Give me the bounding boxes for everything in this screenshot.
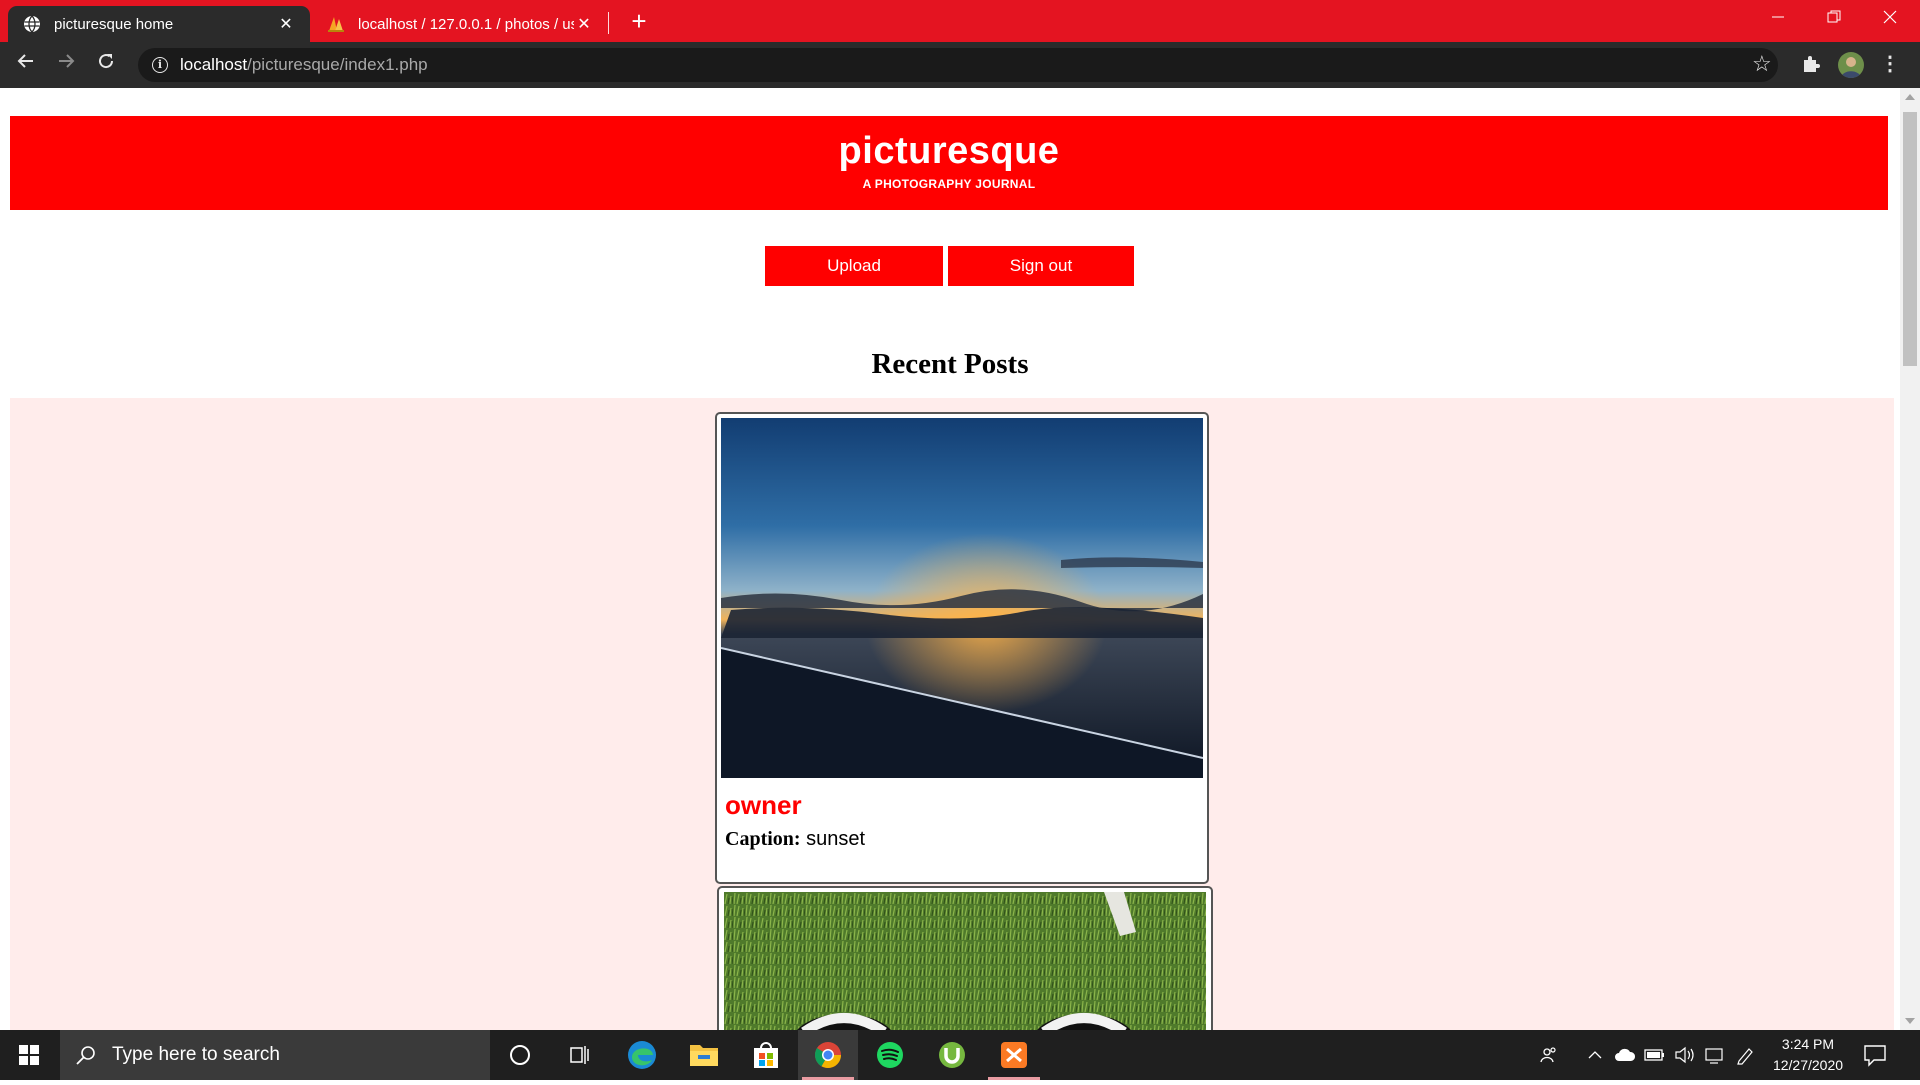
scrollbar-thumb[interactable]	[1903, 112, 1917, 366]
url-path: /picturesque/index1.php	[247, 55, 428, 74]
tab-title: localhost / 127.0.0.1 / photos / users	[358, 15, 574, 33]
close-window-icon[interactable]	[1862, 0, 1918, 38]
site-header: picturesque A PHOTOGRAPHY JOURNAL	[10, 116, 1888, 210]
scroll-up-icon[interactable]	[1905, 94, 1915, 100]
phpmyadmin-sail-icon	[328, 17, 344, 32]
site-info-icon[interactable]: i	[152, 57, 168, 73]
scroll-down-icon[interactable]	[1905, 1018, 1915, 1024]
start-windows-icon[interactable]	[0, 1030, 58, 1080]
chrome-icon[interactable]	[798, 1030, 858, 1080]
network-icon[interactable]	[1702, 1030, 1728, 1080]
post-image-sunset[interactable]	[721, 418, 1203, 778]
battery-icon[interactable]	[1642, 1030, 1668, 1080]
store-icon[interactable]	[736, 1030, 796, 1080]
caption-text: sunset	[806, 828, 866, 850]
xampp-icon[interactable]	[984, 1030, 1044, 1080]
upload-button[interactable]: Upload	[765, 246, 943, 286]
post-card	[717, 886, 1213, 1030]
utorrent-icon[interactable]	[922, 1030, 982, 1080]
taskbar-search-box[interactable]: Type here to search	[60, 1030, 490, 1080]
onedrive-cloud-icon[interactable]	[1612, 1030, 1638, 1080]
bookmark-star-icon[interactable]: ☆	[1752, 51, 1772, 77]
tab-picturesque-home[interactable]: picturesque home ✕	[8, 6, 310, 42]
clock-time: 3:24 PM	[1781, 1036, 1835, 1052]
people-icon[interactable]	[1536, 1030, 1562, 1080]
pen-workspace-icon[interactable]	[1732, 1030, 1758, 1080]
search-placeholder: Type here to search	[112, 1044, 280, 1065]
address-bar[interactable]: i localhost/picturesque/index1.php	[138, 48, 1778, 82]
minimize-icon[interactable]	[1750, 0, 1806, 38]
close-tab-icon[interactable]: ✕	[574, 14, 594, 34]
search-icon	[76, 1046, 95, 1065]
sunset-photo	[721, 418, 1203, 778]
notification-center-icon[interactable]	[1862, 1042, 1888, 1068]
post-card: owner Caption: sunset	[715, 412, 1209, 884]
windows-taskbar: Type here to search 3:24 PM 12/27/2020	[0, 1030, 1920, 1080]
caption-label: Caption:	[725, 828, 801, 850]
recent-posts-heading: Recent Posts	[871, 348, 1029, 380]
back-arrow-icon[interactable]	[10, 49, 42, 81]
tab-phpmyadmin[interactable]: localhost / 127.0.0.1 / photos / users ✕	[312, 6, 608, 42]
browser-tab-strip: picturesque home ✕ localhost / 127.0.0.1…	[0, 0, 1920, 42]
kebab-menu-icon[interactable]: ⋮	[1880, 51, 1900, 76]
tab-separator	[608, 12, 609, 34]
clock-date: 12/27/2020	[1772, 1057, 1844, 1073]
new-tab-button[interactable]: +	[624, 6, 654, 36]
post-caption: Caption: sunset	[725, 828, 865, 851]
browser-toolbar: i localhost/picturesque/index1.php ☆ ⋮	[0, 42, 1920, 88]
file-explorer-icon[interactable]	[674, 1030, 734, 1080]
restore-icon[interactable]	[1806, 0, 1862, 38]
url-host: localhost	[180, 55, 248, 74]
grass-photo	[724, 892, 1206, 1030]
profile-avatar[interactable]	[1838, 52, 1864, 78]
posts-feed: owner Caption: sunset	[10, 398, 1894, 1030]
page-scrollbar[interactable]	[1900, 88, 1920, 1030]
reload-icon[interactable]	[90, 49, 122, 81]
post-image-grass[interactable]	[724, 892, 1206, 1030]
site-tagline: A PHOTOGRAPHY JOURNAL	[862, 177, 1036, 191]
globe-icon	[24, 15, 40, 33]
cortana-icon[interactable]	[490, 1030, 550, 1080]
forward-arrow-icon[interactable]	[50, 49, 82, 81]
volume-icon[interactable]	[1672, 1030, 1698, 1080]
spotify-icon[interactable]	[860, 1030, 920, 1080]
tab-title: picturesque home	[54, 15, 174, 33]
close-tab-icon[interactable]: ✕	[276, 14, 296, 34]
task-view-icon[interactable]	[550, 1030, 610, 1080]
system-clock[interactable]: 3:24 PM 12/27/2020	[1764, 1034, 1852, 1076]
post-owner[interactable]: owner	[725, 790, 802, 821]
chevron-up-icon[interactable]	[1584, 1030, 1606, 1080]
edge-icon[interactable]	[612, 1030, 672, 1080]
page-viewport: picturesque A PHOTOGRAPHY JOURNAL Upload…	[0, 88, 1900, 1030]
extensions-puzzle-icon[interactable]	[1800, 52, 1824, 76]
sign-out-button[interactable]: Sign out	[948, 246, 1134, 286]
site-title: picturesque	[838, 130, 1060, 172]
